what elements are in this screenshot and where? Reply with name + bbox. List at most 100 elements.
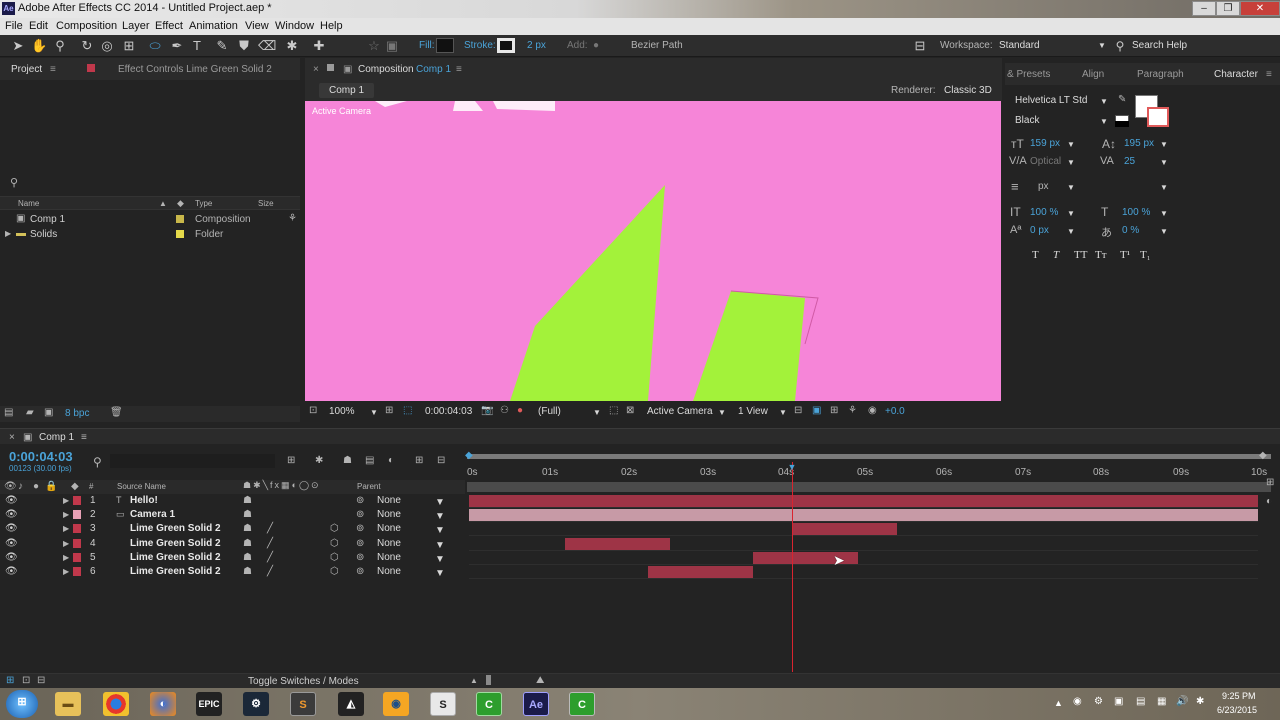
zoom-tool-icon[interactable]: ⚲: [52, 38, 68, 54]
shy-layers-icon[interactable]: ☗: [343, 455, 352, 466]
eye-icon[interactable]: 👁: [4, 481, 17, 492]
ellipse-tool-icon[interactable]: ⬭: [147, 38, 163, 54]
chevron-down-icon[interactable]: ▼: [1100, 97, 1108, 106]
fill-swatch[interactable]: [436, 38, 454, 53]
tray-icon[interactable]: ▤: [1136, 696, 1145, 707]
menu-composition[interactable]: Composition: [56, 20, 117, 32]
firefox-icon[interactable]: ◐: [150, 692, 176, 716]
eraser-tool-icon[interactable]: ⌫: [258, 38, 276, 54]
layer-duration-bar[interactable]: [469, 509, 1258, 522]
zoom-select[interactable]: 100%: [329, 406, 355, 417]
renderer-value[interactable]: Classic 3D: [944, 85, 992, 96]
switches-icons[interactable]: ☗✱╲fx▦◐◯⊙: [243, 480, 321, 491]
small-caps-button[interactable]: Tт: [1095, 249, 1107, 261]
panel-menu-icon[interactable]: ≡: [456, 64, 462, 75]
show-hidden-icons[interactable]: ▲: [1054, 698, 1063, 708]
chevron-down-icon[interactable]: ▼: [593, 408, 601, 417]
maximize-button[interactable]: ❐: [1216, 1, 1240, 16]
interpret-footage-icon[interactable]: ▤: [4, 407, 13, 418]
menu-view[interactable]: View: [245, 20, 269, 32]
new-composition-icon[interactable]: ▣: [44, 407, 53, 418]
project-item[interactable]: ▶ ▬ Solids Folder: [0, 228, 300, 242]
rotation-tool-icon[interactable]: ↻: [79, 38, 95, 54]
tab-composition-name[interactable]: Comp 1: [416, 64, 451, 75]
menu-effect[interactable]: Effect: [155, 20, 183, 32]
black-swatch[interactable]: [1115, 121, 1129, 127]
unity-icon[interactable]: ◭: [338, 692, 364, 716]
sublime-text-icon[interactable]: S: [290, 692, 316, 716]
exposure-value[interactable]: +0.0: [885, 406, 905, 417]
zoom-out-icon[interactable]: ▲: [470, 676, 478, 685]
brainstorm-icon[interactable]: ⊞: [415, 455, 423, 466]
layer-duration-bar[interactable]: [469, 495, 1258, 507]
tab-timeline-comp[interactable]: Comp 1: [39, 432, 74, 443]
work-area-bar[interactable]: [467, 454, 1271, 459]
chevron-down-icon[interactable]: ▼: [370, 408, 378, 417]
frame-blending-icon[interactable]: ▤: [365, 455, 374, 466]
comp-button-icon[interactable]: ⊞: [1266, 477, 1274, 488]
expand-stretch-icon[interactable]: ⊟: [37, 675, 45, 686]
volume-icon[interactable]: 🔊: [1176, 696, 1188, 707]
camera-view-select[interactable]: Active Camera: [647, 406, 713, 417]
network-icon[interactable]: ▦: [1157, 696, 1166, 707]
type-tool-icon[interactable]: T: [189, 38, 205, 54]
clone-stamp-tool-icon[interactable]: ⛊: [236, 38, 252, 54]
vertical-scale-value[interactable]: 100 %: [1030, 207, 1058, 218]
eyedropper-icon[interactable]: ✎: [1118, 94, 1126, 105]
trash-icon[interactable]: 🗑: [110, 407, 123, 418]
timeline-icon[interactable]: ⊞: [830, 405, 838, 416]
horizontal-scale-value[interactable]: 100 %: [1122, 207, 1150, 218]
chevron-down-icon[interactable]: ▼: [1067, 158, 1075, 167]
tab-align[interactable]: Align: [1082, 69, 1104, 80]
work-area-end-icon[interactable]: ◆: [1259, 450, 1267, 461]
resolution-select[interactable]: (Full): [538, 406, 561, 417]
camera-orbit-tool-icon[interactable]: ◎: [99, 38, 115, 54]
snapshot-icon[interactable]: 📷: [481, 405, 493, 416]
close-tab-icon[interactable]: ×: [9, 432, 15, 443]
expand-triangle-icon[interactable]: ▶: [5, 229, 11, 238]
stroke-width-value[interactable]: 2 px: [527, 40, 546, 51]
faux-italic-button[interactable]: T: [1053, 249, 1059, 261]
font-size-value[interactable]: 159 px: [1030, 138, 1060, 149]
composition-viewer[interactable]: Active Camera: [305, 101, 1001, 401]
epic-games-icon[interactable]: EPIC: [196, 692, 222, 716]
column-name[interactable]: Name: [18, 199, 39, 208]
faux-bold-button[interactable]: T: [1032, 249, 1039, 261]
panel-menu-icon[interactable]: ≡: [81, 432, 87, 443]
camtasia-icon[interactable]: C: [476, 692, 502, 716]
graph-toggle-icon[interactable]: ◐: [1266, 496, 1272, 507]
tab-effect-controls[interactable]: Effect Controls Lime Green Solid 2: [118, 64, 272, 75]
flowchart-icon[interactable]: ⚘: [288, 213, 297, 224]
draft-3d-icon[interactable]: ✱: [315, 455, 323, 466]
fit-icon[interactable]: ⊞: [385, 405, 393, 416]
playhead[interactable]: ▼: [787, 462, 796, 672]
add-dropdown-icon[interactable]: ●: [588, 38, 604, 54]
menu-help[interactable]: Help: [320, 20, 343, 32]
stroke-unit-value[interactable]: px: [1038, 181, 1049, 192]
file-explorer-icon[interactable]: ▬: [55, 692, 81, 716]
menu-file[interactable]: File: [5, 20, 23, 32]
brush-tool-icon[interactable]: ✎: [214, 38, 230, 54]
work-area-start-icon[interactable]: ◆: [465, 450, 473, 461]
baseline-shift-value[interactable]: 0 px: [1030, 225, 1049, 236]
chrome-icon[interactable]: [103, 692, 129, 716]
bit-depth[interactable]: 8 bpc: [65, 408, 89, 419]
chevron-down-icon[interactable]: ▼: [1067, 209, 1075, 218]
start-orb-icon[interactable]: ⊞: [6, 690, 38, 718]
tab-project[interactable]: Project: [11, 64, 42, 75]
expand-modes-icon[interactable]: ⊡: [22, 675, 30, 686]
superscript-button[interactable]: T¹: [1120, 249, 1130, 261]
zoom-in-icon[interactable]: ⛰: [536, 675, 544, 686]
current-time-indicator-icon[interactable]: ▼: [787, 462, 796, 472]
stroke-color-swatch[interactable]: [1147, 107, 1169, 127]
chevron-down-icon[interactable]: ▼: [1160, 209, 1168, 218]
puppet-pin-tool-icon[interactable]: ✚: [311, 38, 327, 54]
layer-duration-bar[interactable]: [648, 566, 754, 578]
clock-date[interactable]: 6/23/2015: [1217, 705, 1257, 715]
column-type[interactable]: Type: [195, 199, 212, 208]
layer-search-input[interactable]: [110, 454, 275, 468]
pen-tool-icon[interactable]: ✒: [169, 38, 185, 54]
layer-duration-bar[interactable]: [792, 523, 898, 536]
selection-tool-icon[interactable]: ➤: [10, 38, 26, 54]
hand-tool-icon[interactable]: ✋: [31, 38, 47, 54]
